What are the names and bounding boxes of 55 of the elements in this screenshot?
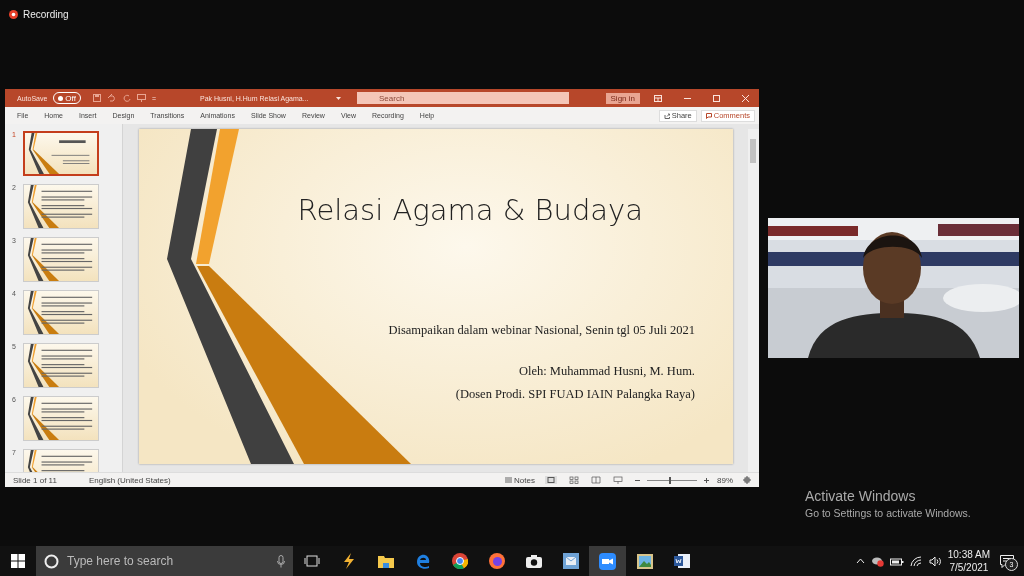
camera-icon[interactable] bbox=[525, 554, 542, 568]
cloud-error-icon[interactable] bbox=[870, 555, 884, 567]
search-field[interactable]: Search bbox=[357, 92, 569, 104]
close-icon[interactable] bbox=[742, 94, 749, 102]
fit-slide-icon[interactable] bbox=[743, 476, 751, 484]
slideshow-icon[interactable] bbox=[613, 476, 623, 484]
slide-title: Relasi Agama & Budaya bbox=[297, 193, 643, 227]
wifi-icon[interactable] bbox=[909, 555, 923, 567]
activation-text: Go to Settings to activate Windows. bbox=[805, 507, 971, 519]
record-icon bbox=[9, 10, 18, 19]
slide-text: Oleh: Muhammad Husni, M. Hum. bbox=[518, 364, 695, 379]
notes-button[interactable]: Notes bbox=[505, 475, 535, 485]
slide-sorter-icon[interactable] bbox=[569, 476, 579, 484]
microphone-icon[interactable] bbox=[277, 554, 285, 568]
word-document-icon[interactable] bbox=[673, 553, 690, 569]
chrome-icon[interactable] bbox=[451, 553, 468, 569]
photos-icon[interactable] bbox=[636, 553, 653, 569]
zoom-out-icon[interactable] bbox=[635, 477, 640, 483]
scrollbar[interactable] bbox=[748, 129, 759, 472]
maximize-icon[interactable] bbox=[713, 94, 720, 102]
slide-counter: Slide 1 of 11 bbox=[13, 475, 57, 485]
reading-view-icon[interactable] bbox=[591, 476, 601, 484]
clock-date[interactable]: 7/5/2021 bbox=[949, 561, 989, 574]
notes-icon bbox=[505, 477, 513, 483]
ribbon-display-icon[interactable] bbox=[654, 94, 662, 102]
taskbar-search-field[interactable]: Type here to search bbox=[65, 553, 271, 569]
battery-icon[interactable] bbox=[889, 556, 904, 566]
slide-text: (Dosen Prodi. SPI FUAD IAIN Palangka Raya) bbox=[455, 387, 695, 402]
undo-icon[interactable] bbox=[106, 94, 117, 102]
language-label[interactable]: English (United States) bbox=[88, 475, 171, 485]
slide-text: Disampaikan dalam webinar Nasional, Senin tgl 05 Juli 2021 bbox=[388, 323, 695, 338]
recording-label: Recording bbox=[23, 9, 69, 20]
speaker-icon[interactable] bbox=[928, 555, 942, 567]
share-icon bbox=[663, 112, 670, 119]
comment-icon bbox=[705, 112, 712, 119]
mail-app-icon[interactable] bbox=[562, 553, 579, 569]
zoom-in-icon[interactable] bbox=[704, 477, 709, 483]
caret-icon[interactable] bbox=[336, 96, 341, 100]
edge-icon[interactable] bbox=[414, 553, 431, 569]
chevron-up-icon[interactable] bbox=[855, 558, 865, 564]
windows-start-icon[interactable] bbox=[11, 554, 25, 568]
taskbar-search-box[interactable]: Type here to search bbox=[36, 546, 293, 576]
clock-time[interactable]: 10:38 AM bbox=[947, 548, 990, 561]
slide-thumbnail[interactable] bbox=[23, 131, 99, 176]
save-icon[interactable] bbox=[92, 94, 101, 102]
task-view-icon[interactable] bbox=[303, 555, 320, 567]
normal-view-icon[interactable] bbox=[545, 476, 557, 484]
sign-in-button[interactable]: Sign in bbox=[605, 92, 640, 104]
folder-icon[interactable] bbox=[377, 554, 394, 568]
present-icon[interactable] bbox=[136, 94, 146, 102]
zoom-percent[interactable]: 89% bbox=[717, 475, 733, 485]
zoom-slider-thumb[interactable] bbox=[669, 476, 672, 484]
video-camera-icon[interactable] bbox=[599, 552, 616, 570]
cortana-circle-icon[interactable] bbox=[44, 553, 59, 569]
activation-title: Activate Windows bbox=[805, 488, 917, 504]
